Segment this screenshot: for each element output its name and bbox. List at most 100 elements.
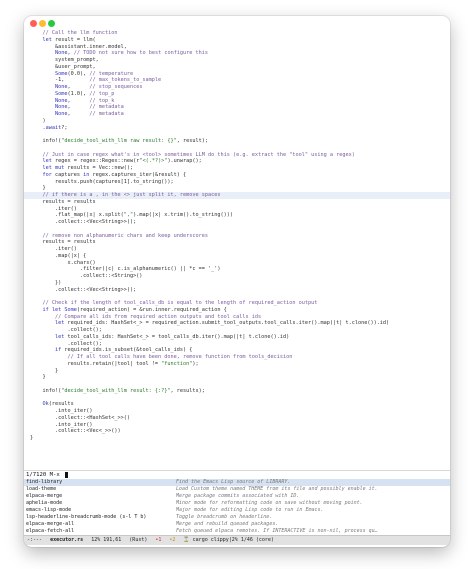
- code-line: let regex = regex::Regex::new(r"<(.*?)>"…: [42, 158, 202, 165]
- code-line: // If all tool calls have been done, rem…: [67, 354, 293, 360]
- candidate-item[interactable]: elpaca-merge-all Merge and rebuild queued…: [24, 521, 450, 528]
- code-line: .collect::<Vec<_>>()): [30, 428, 121, 435]
- code-line: }: [30, 185, 46, 192]
- code-line: if let Some(required_action) = &run.inne…: [42, 306, 227, 313]
- code-line: .map(|x| {: [30, 252, 87, 259]
- code-line: let result = llm(: [42, 36, 96, 43]
- code-line: info!("decide_tool_with_llm raw result: …: [30, 138, 209, 144]
- candidate-item[interactable]: load-theme Load Custom theme named THEME …: [24, 486, 450, 493]
- candidate-description: Minor mode for reformatting code on save…: [176, 500, 363, 506]
- code-line: // if there is a , in the <> just split …: [24, 192, 450, 199]
- code-line: .collect::<Vec<String>>();: [30, 286, 137, 293]
- major-mode[interactable]: (Rust): [129, 536, 147, 545]
- code-line: None, // metadata: [55, 111, 124, 117]
- minimize-window-button[interactable]: [39, 20, 46, 27]
- candidate-name: lsp-headerline-breadcrumb-mode (s-l T b): [26, 514, 147, 520]
- code-line: .collect::<String>(): [30, 273, 143, 279]
- code-line: // Compare all ids from required action …: [55, 313, 262, 320]
- code-line: None, // metadata: [55, 104, 124, 111]
- candidate-description: Fetch queued elpaca remotes. If INTERACT…: [176, 528, 378, 534]
- code-line: .into_iter(): [30, 421, 93, 428]
- code-line: Ok(results: [42, 401, 74, 408]
- code-line: }: [30, 435, 34, 441]
- candidate-name: emacs-lisp-mode: [26, 507, 72, 513]
- minibuffer-prompt: M-x: [49, 472, 60, 478]
- candidate-item[interactable]: elpaca-fetch-all Fetch queued elpaca remo…: [24, 528, 450, 535]
- candidate-description: Load Custom theme named THEME from its f…: [176, 486, 378, 492]
- candidate-item[interactable]: lsp-headerline-breadcrumb-mode (s-l T b)…: [24, 514, 450, 521]
- candidate-name: elpaca-merge-all: [26, 521, 75, 527]
- code-line: results.retain(|tool| tool != "function"…: [30, 360, 199, 367]
- warning-count[interactable]: •2: [169, 536, 175, 545]
- buffer-flags: -:---: [27, 537, 43, 543]
- code-line: results = results: [30, 198, 96, 205]
- code-line: }): [30, 279, 62, 286]
- candidate-name: find-library: [26, 479, 63, 485]
- code-line: &user_prompt,: [30, 63, 96, 70]
- candidate-item[interactable]: emacs-lisp-mode Major mode for editing Li…: [24, 507, 450, 514]
- code-line: .filter(|c| c.is_alphanumeric() || *c ==…: [30, 266, 221, 273]
- code-line: None, // TODO not sure how to best confi…: [55, 50, 209, 57]
- text-cursor: [65, 471, 69, 478]
- code-line: }: [30, 367, 59, 374]
- buffer-filename[interactable]: executor.rs: [50, 536, 83, 545]
- build-status: ⌛ cargo clippy|2% 1/46 (core): [183, 537, 274, 543]
- mode-line: -:--- executor.rs 12% 191,61 (Rust) •1 •…: [24, 535, 450, 545]
- candidate-name: elpaca-fetch-all: [26, 528, 75, 534]
- candidate-item[interactable]: elpaca-merge Merge package commits associ…: [24, 493, 450, 500]
- minibuffer[interactable]: 1/7120 M-x: [24, 470, 450, 479]
- title-bar: [24, 16, 450, 30]
- code-line: .collect::<Vec<String>>();: [30, 219, 137, 225]
- code-line: -1, // max_tokens_to_sample: [30, 77, 162, 84]
- code-line: let required_ids: HashSet<_> = required_…: [55, 320, 390, 327]
- code-line: .await?;: [30, 124, 68, 131]
- cursor-position: 12% 191,61: [91, 537, 122, 543]
- code-line: // Just in case regex what's in <tool> s…: [42, 151, 355, 158]
- code-line: info!("decide_tool_with_llm result: {:?}…: [30, 387, 205, 394]
- error-count[interactable]: •1: [155, 536, 161, 545]
- code-line: let mut results = Vec::new();: [42, 165, 134, 171]
- candidate-description: Toggle breadcrumb on headerline.: [176, 514, 273, 520]
- code-line: results.push(captures[1].to_string());: [30, 178, 174, 185]
- candidate-description: Major mode for editing Lisp code to run …: [176, 507, 324, 513]
- code-line: Some(0.0), // temperature: [55, 70, 134, 77]
- code-line: ): [30, 117, 46, 124]
- candidate-description: Merge and rebuild queued packages.: [176, 521, 279, 527]
- code-line: .collect();: [30, 327, 102, 333]
- code-line: .iter(): [30, 205, 77, 212]
- code-line: .collect::<HashSet<_>>(): [30, 414, 130, 421]
- candidate-description: Find the Emacs Lisp source of LIBRARY.: [176, 479, 291, 485]
- code-line: .into_iter(): [30, 408, 93, 414]
- close-window-button[interactable]: [30, 20, 37, 27]
- code-line: }: [30, 374, 46, 381]
- code-editor[interactable]: // Call the llm function let result = ll…: [24, 30, 450, 470]
- code-line: &assistant.inner.model,: [30, 43, 127, 50]
- zoom-window-button[interactable]: [48, 20, 55, 27]
- candidate-name: elpaca-merge: [26, 493, 63, 499]
- completion-candidates: find-library Find the Emacs Lisp source o…: [24, 479, 450, 535]
- code-line: .collect();: [30, 340, 102, 347]
- code-line: .iter(): [30, 246, 77, 252]
- candidate-counter: 1/7120: [26, 472, 47, 478]
- emacs-window: // Call the llm function let result = ll…: [24, 16, 450, 547]
- candidate-item[interactable]: find-library Find the Emacs Lisp source o…: [24, 479, 450, 486]
- code-line: // remove non alphanumeric chars and kee…: [42, 232, 209, 239]
- candidate-name: aphelia-mode: [26, 500, 63, 506]
- code-line: results = results: [30, 239, 96, 246]
- code-line: for captures in regex.captures_iter(&res…: [42, 171, 187, 178]
- code-line: None, // top_k: [55, 97, 115, 104]
- candidate-description: Merge package commits associated with ID…: [176, 493, 300, 499]
- code-line: if required_ids.is_subset(&tool_calls_id…: [55, 347, 193, 354]
- candidate-item[interactable]: aphelia-mode Minor mode for reformatting …: [24, 500, 450, 507]
- code-line: None, // stop_sequences: [55, 84, 143, 90]
- code-line: // Check if the length of tool_calls_db …: [42, 300, 318, 306]
- code-line: x.chars(): [30, 259, 96, 266]
- code-line: .flat_map(|x| x.split(",").map(|x| x.tri…: [30, 212, 234, 219]
